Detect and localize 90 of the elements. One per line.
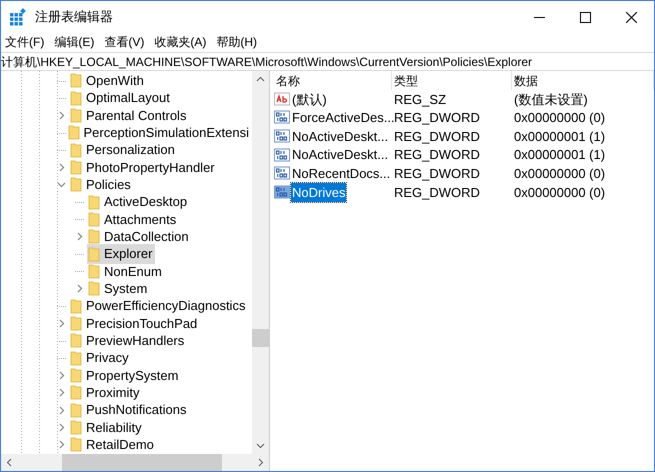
folder-icon: [88, 264, 100, 279]
tree-item[interactable]: Proximity: [86, 383, 140, 403]
menu-item[interactable]: 查看(V): [104, 33, 144, 51]
vertical-scrollbar[interactable]: [252, 71, 269, 454]
folder-icon: [70, 298, 82, 314]
binary-value-icon: [274, 184, 290, 200]
column-header[interactable]: 数据: [512, 71, 654, 90]
table-cell-text: 0x00000000 (0): [513, 164, 606, 183]
table-cell-text: 0x00000001 (1): [513, 146, 606, 164]
tree-item[interactable]: RetailDemo: [86, 435, 154, 454]
binary-value-icon: [274, 166, 290, 182]
tree-item[interactable]: PerceptionSimulationExtensi: [84, 122, 249, 142]
folder-icon: [70, 177, 82, 192]
table-cell-text: REG_DWORD: [393, 184, 481, 202]
menu-item[interactable]: 文件(F): [5, 33, 44, 51]
tree-item[interactable]: OptimalLayout: [86, 88, 170, 108]
value-name[interactable]: NoActiveDeskt...: [291, 126, 390, 146]
table-cell-text: REG_DWORD: [393, 146, 481, 164]
tree-item[interactable]: Privacy: [86, 348, 129, 368]
folder-icon: [70, 437, 82, 452]
tree-item[interactable]: Policies: [86, 174, 131, 194]
table-cell-text: 0x00000000 (0): [513, 109, 606, 128]
tree-item[interactable]: Attachments: [104, 210, 176, 230]
folder-icon: [70, 333, 82, 348]
folder-icon: [88, 229, 100, 244]
tree-item[interactable]: OpenWith: [86, 71, 144, 90]
tree-item[interactable]: DataCollection: [104, 227, 189, 247]
folder-icon: [88, 246, 100, 262]
tree-item[interactable]: PreviewHandlers: [86, 331, 184, 351]
folder-icon: [70, 90, 82, 106]
column-header[interactable]: 类型: [392, 71, 512, 90]
column-header[interactable]: 名称: [274, 71, 392, 90]
tree-item[interactable]: PushNotifications: [86, 400, 186, 420]
table-cell-text: 0x00000000 (0): [513, 184, 606, 202]
maximize-icon: [580, 12, 590, 22]
folder-icon: [70, 73, 82, 88]
value-name[interactable]: NoRecentDocs...: [291, 164, 392, 184]
tree-item[interactable]: PowerEfficiencyDiagnostics: [86, 296, 246, 316]
folder-icon: [88, 212, 100, 227]
tree-item[interactable]: Personalization: [86, 140, 175, 160]
binary-value-icon: [274, 128, 290, 144]
binary-value-icon: [274, 110, 290, 126]
menu-item[interactable]: 编辑(E): [54, 33, 94, 51]
chevron-right-icon[interactable]: [57, 110, 66, 120]
table-cell-text: 0x00000001 (1): [513, 128, 606, 146]
tree-item[interactable]: ActiveDesktop: [104, 192, 188, 212]
table-cell-text: (数值未设置): [513, 90, 589, 109]
tree-item[interactable]: PrecisionTouchPad: [86, 314, 198, 334]
folder-icon: [70, 420, 82, 436]
address-bar[interactable]: 计算机\HKEY_LOCAL_MACHINE\SOFTWARE\Microsoft\Windows\CurrentVersion\Policies\Explorer: [1, 52, 654, 71]
string-value-icon: [274, 92, 290, 107]
tree-item[interactable]: PhotoPropertyHandler: [86, 158, 215, 178]
folder-icon: [70, 160, 82, 175]
app-icon: [9, 8, 27, 26]
folder-icon: [88, 194, 100, 210]
horizontal-scrollbar[interactable]: [1, 454, 269, 471]
table-cell-text: REG_DWORD: [394, 109, 481, 128]
value-name[interactable]: NoDrives: [291, 182, 346, 202]
folder-icon: [70, 368, 82, 384]
close-icon: [626, 12, 636, 22]
tree-item[interactable]: NonEnum: [104, 262, 162, 282]
table-cell-text: REG_DWORD: [393, 164, 481, 183]
scrollbar-thumb[interactable]: [252, 329, 269, 347]
chevron-right-icon[interactable]: [75, 232, 84, 242]
window-title: 注册表编辑器: [35, 8, 113, 26]
folder-icon: [88, 281, 100, 296]
chevron-down-icon[interactable]: [57, 180, 66, 190]
folder-icon: [70, 142, 82, 158]
folder-icon: [70, 385, 82, 400]
folder-icon: [70, 108, 82, 123]
table-cell-text: REG_DWORD: [393, 128, 481, 146]
folder-icon: [68, 125, 80, 140]
value-name[interactable]: (默认): [291, 90, 328, 110]
tree-item[interactable]: Parental Controls: [86, 106, 186, 126]
menu-item[interactable]: 收藏夹(A): [154, 33, 206, 51]
binary-value-icon: [274, 148, 290, 163]
value-name[interactable]: NoActiveDeskt...: [291, 145, 390, 165]
tree-item[interactable]: Reliability: [86, 418, 142, 438]
menu-item[interactable]: 帮助(H): [216, 33, 257, 51]
folder-icon: [70, 350, 82, 366]
chevron-right-icon[interactable]: [57, 318, 66, 328]
chevron-right-icon[interactable]: [75, 284, 84, 294]
folder-icon: [70, 316, 82, 331]
folder-icon: [70, 402, 82, 418]
tree-item[interactable]: System: [104, 279, 148, 299]
chevron-right-icon[interactable]: [57, 162, 66, 172]
scrollbar-thumb[interactable]: [62, 454, 222, 471]
table-cell-text: REG_SZ: [393, 90, 448, 109]
value-name[interactable]: ForceActiveDes...: [291, 108, 396, 128]
tree-item[interactable]: PropertySystem: [86, 366, 178, 386]
